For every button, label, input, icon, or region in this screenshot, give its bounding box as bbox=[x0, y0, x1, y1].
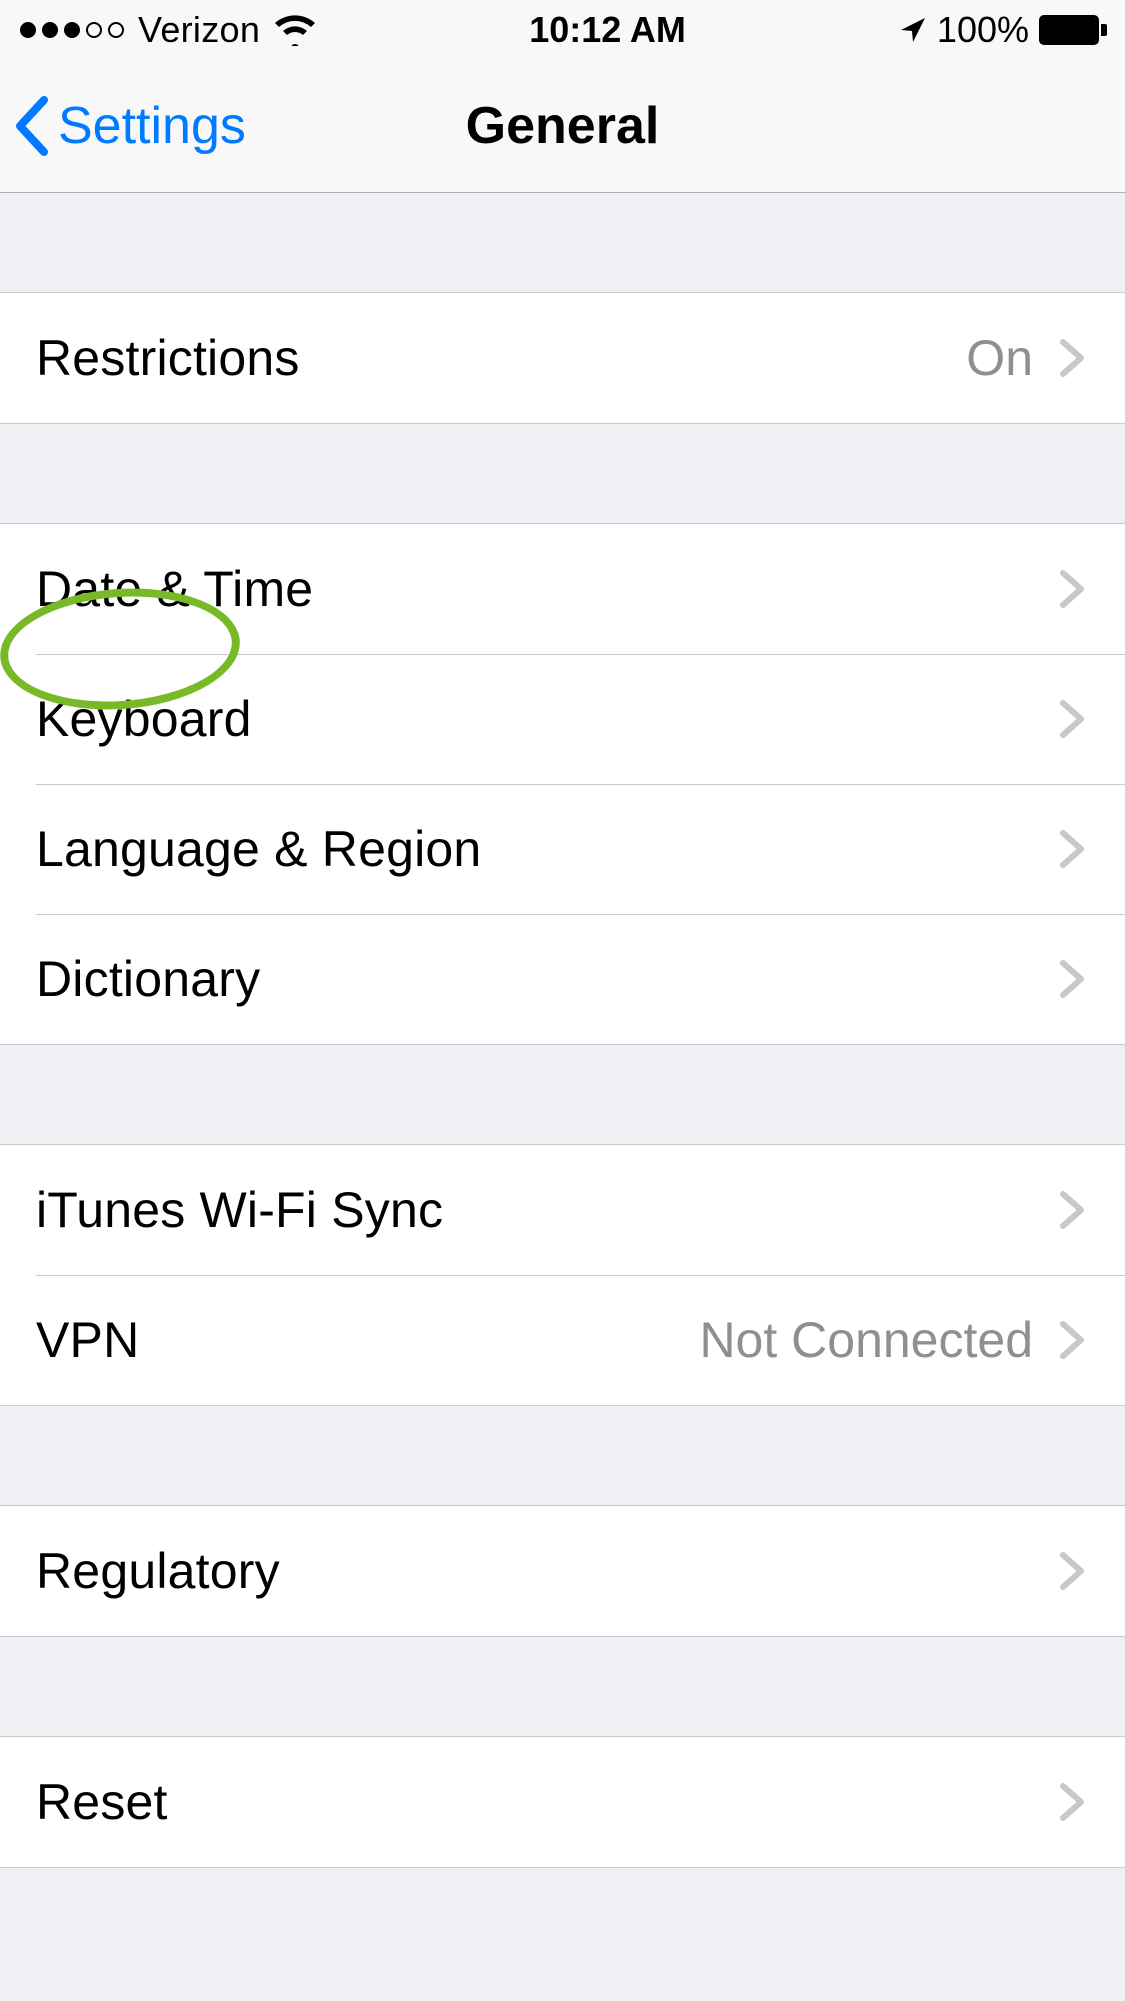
chevron-right-icon bbox=[1059, 338, 1085, 378]
dictionary-row[interactable]: Dictionary bbox=[0, 914, 1125, 1044]
section-gap bbox=[0, 1045, 1125, 1144]
chevron-right-icon bbox=[1059, 829, 1085, 869]
vpn-row[interactable]: VPNNot Connected bbox=[0, 1275, 1125, 1405]
settings-group: Regulatory bbox=[0, 1505, 1125, 1637]
section-gap bbox=[0, 1406, 1125, 1505]
keyboard-row[interactable]: Keyboard bbox=[0, 654, 1125, 784]
settings-group: RestrictionsOn bbox=[0, 292, 1125, 424]
nav-bar: Settings General bbox=[0, 60, 1125, 193]
row-label: Date & Time bbox=[36, 560, 1059, 618]
chevron-left-icon bbox=[14, 96, 50, 156]
status-right: 100% bbox=[899, 9, 1107, 51]
row-label: iTunes Wi-Fi Sync bbox=[36, 1181, 1059, 1239]
date-time-row[interactable]: Date & Time bbox=[0, 524, 1125, 654]
signal-strength-icon bbox=[20, 22, 124, 38]
chevron-right-icon bbox=[1059, 959, 1085, 999]
section-gap bbox=[0, 1637, 1125, 1736]
chevron-right-icon bbox=[1059, 1782, 1085, 1822]
row-label: Dictionary bbox=[36, 950, 1059, 1008]
status-left: Verizon bbox=[20, 9, 316, 51]
row-value: Not Connected bbox=[699, 1311, 1033, 1369]
carrier-label: Verizon bbox=[138, 9, 260, 51]
status-time: 10:12 AM bbox=[529, 9, 686, 51]
back-button[interactable]: Settings bbox=[14, 60, 246, 192]
chevron-right-icon bbox=[1059, 1190, 1085, 1230]
row-label: Language & Region bbox=[36, 820, 1059, 878]
chevron-right-icon bbox=[1059, 569, 1085, 609]
itunes-wifi-sync-row[interactable]: iTunes Wi-Fi Sync bbox=[0, 1145, 1125, 1275]
row-value: On bbox=[966, 329, 1033, 387]
settings-group: Date & Time Keyboard Language & Region Dict… bbox=[0, 523, 1125, 1045]
battery-icon bbox=[1039, 15, 1107, 45]
row-label: Restrictions bbox=[36, 329, 966, 387]
reset-row[interactable]: Reset bbox=[0, 1737, 1125, 1867]
chevron-right-icon bbox=[1059, 699, 1085, 739]
row-label: Regulatory bbox=[36, 1542, 1059, 1600]
regulatory-row[interactable]: Regulatory bbox=[0, 1506, 1125, 1636]
language-region-row[interactable]: Language & Region bbox=[0, 784, 1125, 914]
battery-percent: 100% bbox=[937, 9, 1029, 51]
settings-group: Reset bbox=[0, 1736, 1125, 1868]
chevron-right-icon bbox=[1059, 1320, 1085, 1360]
wifi-icon bbox=[274, 14, 316, 46]
row-label: VPN bbox=[36, 1311, 699, 1369]
back-label: Settings bbox=[58, 96, 246, 156]
restrictions-row[interactable]: RestrictionsOn bbox=[0, 293, 1125, 423]
row-label: Reset bbox=[36, 1773, 1059, 1831]
row-label: Keyboard bbox=[36, 690, 1059, 748]
section-gap bbox=[0, 424, 1125, 523]
settings-group: iTunes Wi-Fi Sync VPNNot Connected bbox=[0, 1144, 1125, 1406]
status-bar: Verizon 10:12 AM 100% bbox=[0, 0, 1125, 60]
location-icon bbox=[899, 16, 927, 44]
section-gap bbox=[0, 193, 1125, 292]
chevron-right-icon bbox=[1059, 1551, 1085, 1591]
